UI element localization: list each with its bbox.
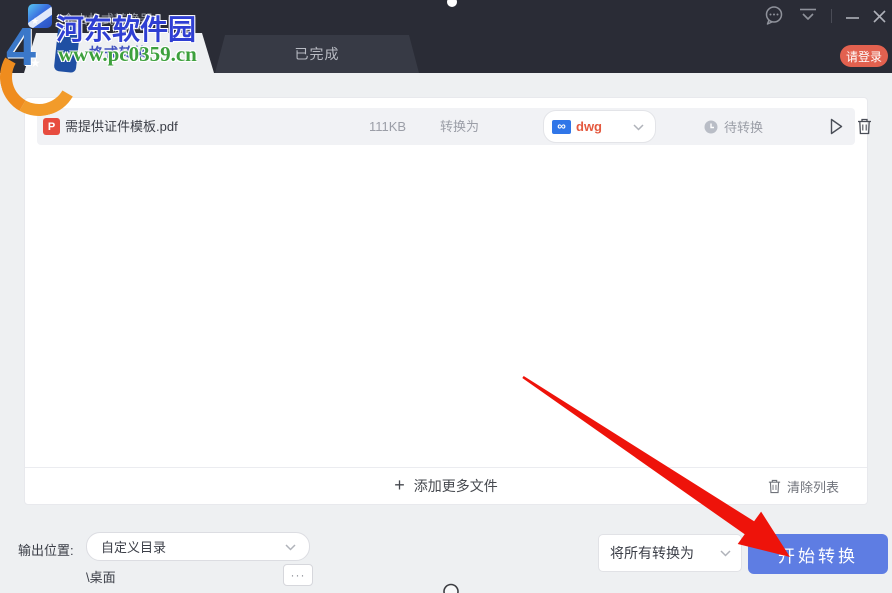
chevron-down-icon: [285, 544, 296, 551]
tab-completed[interactable]: 已完成: [215, 35, 419, 73]
close-icon[interactable]: [873, 8, 886, 24]
login-button[interactable]: 请登录: [840, 45, 888, 67]
tab-format-convert[interactable]: 格式转换: [24, 33, 214, 73]
cursor-ring: [444, 585, 458, 593]
format-select[interactable]: ∞ dwg: [543, 110, 656, 143]
clock-icon: [704, 120, 718, 134]
feedback-chat-icon[interactable]: [763, 5, 785, 26]
format-value: dwg: [576, 119, 602, 134]
chevron-down-icon: [720, 550, 731, 557]
play-icon[interactable]: [830, 118, 843, 135]
pdf-icon: P: [43, 118, 60, 135]
file-size: 111KB: [369, 108, 406, 145]
file-list-panel: P 需提供证件模板.pdf 111KB 转换为 ∞ dwg 待转换: [24, 97, 868, 505]
add-more-files-button[interactable]: + 添加更多文件: [25, 468, 867, 504]
list-footer: + 添加更多文件 清除列表: [25, 467, 867, 504]
plus-icon: +: [394, 475, 405, 496]
file-row: P 需提供证件模板.pdf 111KB 转换为 ∞ dwg 待转换: [37, 108, 855, 145]
clear-trash-icon: [768, 479, 781, 494]
divider: [831, 9, 832, 23]
output-directory-select[interactable]: 自定义目录: [86, 532, 310, 561]
cad-icon: ∞: [552, 120, 571, 134]
convert-to-label: 转换为: [440, 108, 479, 145]
clear-list-button[interactable]: 清除列表: [768, 468, 839, 504]
output-directory-value: 自定义目录: [101, 537, 166, 556]
output-path: \桌面: [86, 567, 116, 586]
trash-icon[interactable]: [857, 118, 872, 135]
menu-icon[interactable]: [799, 8, 817, 23]
status-badge: 待转换: [704, 108, 763, 145]
clear-list-label: 清除列表: [787, 477, 839, 496]
status-text: 待转换: [724, 117, 763, 136]
app-logo-icon: ★: [28, 4, 52, 28]
chevron-down-icon: [633, 124, 644, 131]
minimize-icon[interactable]: [846, 8, 859, 24]
browse-button[interactable]: ···: [283, 564, 313, 586]
output-location-label: 输出位置:: [18, 540, 74, 559]
tab-completed-label: 已完成: [295, 44, 340, 64]
start-convert-button[interactable]: 开始转换: [748, 534, 888, 574]
app-window: ★ 金山格式转换器: [0, 0, 892, 593]
titlebar: ★ 金山格式转换器: [0, 0, 892, 73]
file-name: 需提供证件模板.pdf: [65, 108, 178, 145]
add-more-label: 添加更多文件: [414, 476, 498, 496]
app-title: 金山格式转换器: [62, 9, 153, 28]
tab-format-convert-label: 格式转换: [89, 43, 149, 63]
convert-all-value: 将所有转换为: [610, 543, 694, 563]
convert-all-select[interactable]: 将所有转换为: [598, 534, 742, 572]
